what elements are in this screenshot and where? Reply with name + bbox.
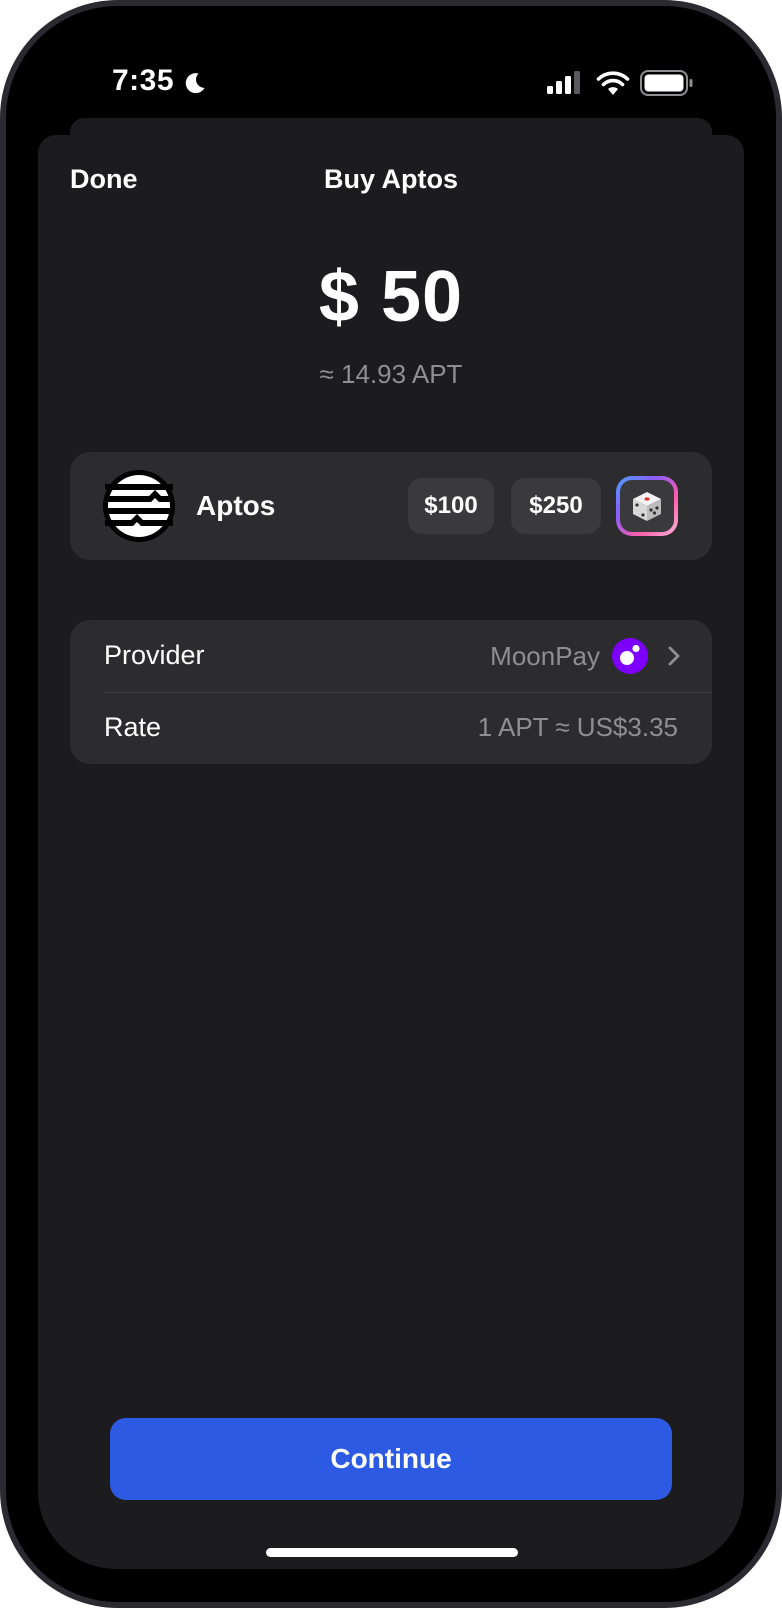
dice-icon [633, 492, 661, 521]
page-title: Buy Aptos [324, 164, 458, 194]
moon-icon [185, 73, 205, 94]
chevron-right-icon [668, 646, 680, 666]
moonpay-icon [612, 638, 648, 674]
status-time: 7:35 [112, 64, 175, 97]
rate-value: 1 APT ≈ US$3.35 [477, 712, 678, 742]
asset-card: Aptos $100 $250 [70, 452, 712, 560]
provider-value: MoonPay [490, 641, 600, 671]
battery-icon [640, 70, 693, 96]
rate-label: Rate [104, 712, 162, 742]
asset-name: Aptos [196, 490, 276, 521]
amount-value[interactable]: $ 50 [0, 256, 782, 338]
wifi-icon [596, 71, 630, 95]
random-amount-button[interactable] [616, 476, 678, 536]
amount-converted: ≈ 14.93 APT [319, 359, 463, 389]
signal-icon [547, 71, 580, 94]
aptos-logo-icon [103, 470, 175, 542]
buy-sheet [38, 135, 744, 1569]
provider-label: Provider [104, 640, 205, 670]
details-card: Provider MoonPay Rate 1 APT ≈ US$3.35 [70, 620, 712, 764]
home-indicator[interactable] [266, 1548, 518, 1557]
rate-row: Rate 1 APT ≈ US$3.35 [70, 692, 712, 764]
continue-button[interactable]: Continue [110, 1418, 672, 1500]
preset-250-button[interactable]: $250 [511, 478, 601, 534]
provider-row[interactable]: Provider MoonPay [70, 620, 712, 692]
preset-100-button[interactable]: $100 [408, 478, 494, 534]
